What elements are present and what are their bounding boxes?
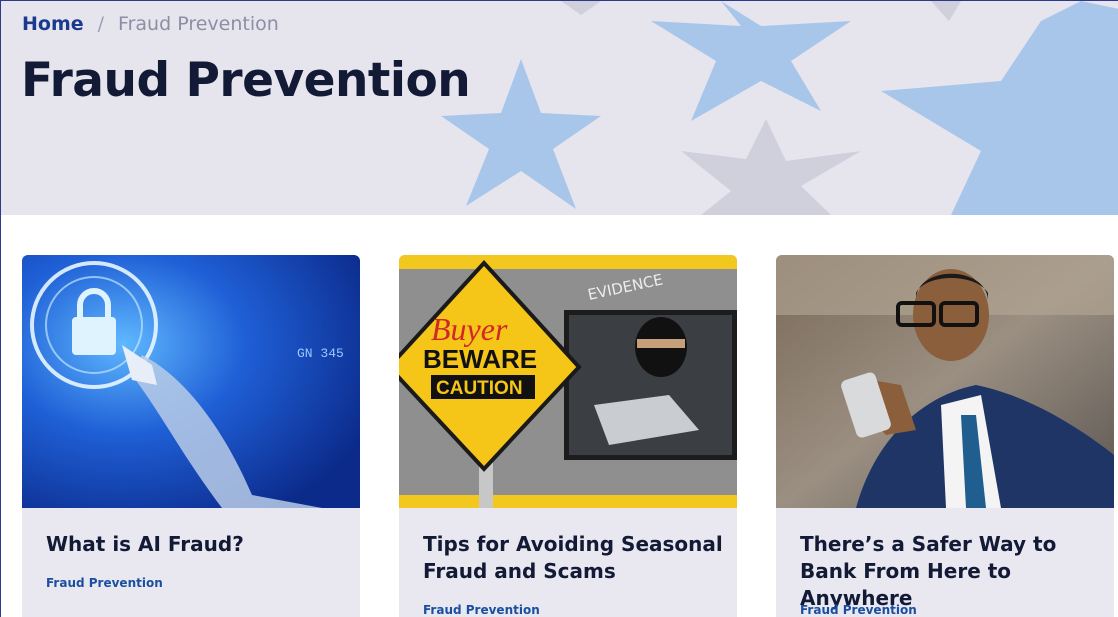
breadcrumb-home-link[interactable]: Home — [22, 13, 84, 35]
article-title[interactable]: Tips for Avoiding Seasonal Fraud and Sca… — [423, 531, 723, 585]
breadcrumb-current: Fraud Prevention — [118, 13, 279, 35]
article-card[interactable]: EVIDENCE Buyer BEWARE CAUTION Tips for A… — [399, 255, 737, 617]
article-image-ai-fraud[interactable]: GN 345 — [22, 255, 360, 508]
page-frame: Home / Fraud Prevention Fraud Prevention — [0, 0, 1118, 617]
article-image-mobile-banking[interactable] — [776, 255, 1114, 508]
article-category[interactable]: Fraud Prevention — [46, 576, 163, 590]
page-title: Fraud Prevention — [21, 53, 471, 108]
breadcrumb: Home / Fraud Prevention — [22, 13, 279, 35]
image-text-code: GN 345 — [297, 346, 344, 361]
sign-text-beware: BEWARE — [423, 344, 537, 374]
hero-banner: Home / Fraud Prevention Fraud Prevention — [1, 1, 1118, 215]
article-category[interactable]: Fraud Prevention — [423, 603, 540, 617]
article-title[interactable]: There’s a Safer Way to Bank From Here to… — [800, 531, 1100, 612]
article-title[interactable]: What is AI Fraud? — [46, 531, 346, 558]
article-card[interactable]: There’s a Safer Way to Bank From Here to… — [776, 255, 1114, 617]
sign-text-caution: CAUTION — [436, 378, 523, 399]
article-card[interactable]: GN 345 What is AI Fraud? Fraud Preventio… — [22, 255, 360, 617]
sign-text-buyer: Buyer — [431, 311, 508, 347]
article-image-buyer-beware[interactable]: EVIDENCE Buyer BEWARE CAUTION — [399, 255, 737, 508]
article-category[interactable]: Fraud Prevention — [800, 603, 917, 617]
breadcrumb-separator: / — [97, 13, 105, 35]
